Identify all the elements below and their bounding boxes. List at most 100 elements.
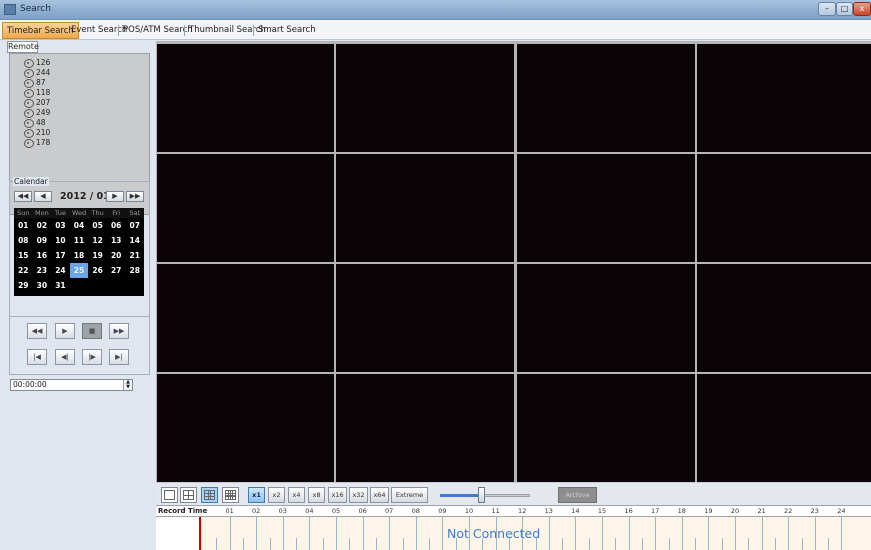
calendar-day[interactable]: 05 [88, 218, 107, 233]
step-back-button[interactable]: ◀| [55, 349, 75, 365]
layout-4-button[interactable] [180, 487, 197, 503]
video-channel-7[interactable] [517, 154, 695, 262]
layout-1-button[interactable] [161, 487, 178, 503]
speed-x16-button[interactable]: x16 [328, 487, 347, 503]
video-channel-2[interactable] [336, 44, 514, 152]
remote-tab[interactable]: Remote [7, 41, 39, 53]
calendar-day[interactable]: 18 [70, 248, 89, 263]
device-item[interactable]: 244 [24, 68, 50, 78]
calendar-day[interactable]: 06 [107, 218, 126, 233]
calendar-day[interactable]: 16 [33, 248, 52, 263]
stop-button[interactable]: ■ [82, 323, 102, 339]
record-timeline[interactable]: Record Time 01 02 03 04 05 06 07 08 09 10 11 12 13 14… [156, 505, 871, 550]
device-item[interactable]: 118 [24, 88, 50, 98]
timeline-channel-column [156, 517, 201, 550]
calendar-day[interactable]: 30 [33, 278, 52, 293]
prev-year-button[interactable]: ◀◀ [14, 191, 32, 202]
speed-extreme-button[interactable]: Extreme [391, 487, 428, 503]
speed-x8-button[interactable]: x8 [308, 487, 325, 503]
video-channel-1[interactable] [157, 44, 334, 152]
calendar-day[interactable]: 24 [51, 263, 70, 278]
speed-x2-button[interactable]: x2 [268, 487, 285, 503]
go-to-start-button[interactable]: |◀ [27, 349, 47, 365]
calendar-day[interactable]: 08 [14, 233, 33, 248]
calendar-day[interactable]: 26 [88, 263, 107, 278]
weekday-label: Fri [112, 209, 121, 217]
calendar-day[interactable]: 04 [70, 218, 89, 233]
layout-16-button[interactable] [222, 487, 239, 503]
timeline-hour-label: 02 [252, 507, 261, 515]
calendar-day[interactable]: 15 [14, 248, 33, 263]
device-item[interactable]: 87 [24, 78, 50, 88]
video-channel-9[interactable] [157, 264, 334, 372]
calendar-day[interactable]: 28 [125, 263, 144, 278]
timeline-hour-tick [415, 517, 417, 550]
calendar-day[interactable]: 03 [51, 218, 70, 233]
calendar-day[interactable]: 13 [107, 233, 126, 248]
maximize-button[interactable]: □ [836, 2, 853, 16]
video-channel-8[interactable] [697, 154, 871, 262]
calendar-day[interactable]: 19 [88, 248, 107, 263]
video-channel-6[interactable] [336, 154, 514, 262]
calendar-day[interactable]: 21 [125, 248, 144, 263]
speed-x4-button[interactable]: x4 [288, 487, 305, 503]
video-channel-4[interactable] [697, 44, 871, 152]
step-forward-button[interactable]: |▶ [82, 349, 102, 365]
timeline-hour-label: 15 [597, 507, 607, 515]
speed-x32-button[interactable]: x32 [349, 487, 368, 503]
calendar-day[interactable]: 14 [125, 233, 144, 248]
calendar-grid: Sun Mon Tue Wed Thu Fri Sat 01 02 03 04 05 06 07 08 09… [14, 208, 144, 296]
go-to-end-button[interactable]: ▶| [109, 349, 129, 365]
calendar-day[interactable]: 27 [107, 263, 126, 278]
device-item[interactable]: 178 [24, 138, 50, 148]
calendar-day[interactable]: 25 [69, 263, 89, 278]
fast-rewind-button[interactable]: ◀◀ [27, 323, 47, 339]
calendar-day[interactable]: 17 [51, 248, 70, 263]
calendar-day[interactable]: 07 [125, 218, 144, 233]
calendar-empty-cell [107, 278, 126, 293]
tab-smart-search[interactable]: Smart Search [254, 22, 320, 39]
archive-button[interactable]: Archive [558, 487, 597, 503]
calendar-day[interactable]: 23 [33, 263, 52, 278]
next-year-button[interactable]: ▶▶ [126, 191, 144, 202]
calendar-day[interactable]: 01 [14, 218, 33, 233]
spin-down-icon[interactable]: ▼ [124, 385, 132, 390]
video-channel-5[interactable] [157, 154, 334, 262]
video-channel-16[interactable] [697, 374, 871, 482]
speed-x1-button[interactable]: x1 [248, 487, 265, 503]
calendar-day[interactable]: 09 [33, 233, 52, 248]
calendar-day[interactable]: 29 [14, 278, 33, 293]
video-channel-12[interactable] [697, 264, 871, 372]
calendar-day[interactable]: 20 [107, 248, 126, 263]
layout-9-button[interactable] [201, 487, 218, 503]
video-channel-13[interactable] [157, 374, 334, 482]
time-input[interactable]: 00:00:00 ▲ ▼ [10, 379, 133, 391]
calendar-day[interactable]: 10 [51, 233, 70, 248]
speed-x64-button[interactable]: x64 [370, 487, 389, 503]
fast-forward-button[interactable]: ▶▶ [109, 323, 129, 339]
timeline-half-tick [269, 538, 271, 550]
minimize-button[interactable]: – [818, 2, 836, 16]
device-item[interactable]: 48 [24, 118, 50, 128]
device-item[interactable]: 207 [24, 98, 50, 108]
calendar-day[interactable]: 22 [14, 263, 33, 278]
device-item[interactable]: 249 [24, 108, 50, 118]
play-button[interactable]: ▶ [55, 323, 75, 339]
speed-slider-thumb[interactable] [478, 487, 485, 503]
video-channel-10[interactable] [336, 264, 514, 372]
time-spinner[interactable]: ▲ ▼ [123, 380, 132, 390]
video-channel-3[interactable] [517, 44, 695, 152]
next-month-button[interactable]: ▶ [106, 191, 124, 202]
calendar-day[interactable]: 11 [70, 233, 89, 248]
device-item[interactable]: 210 [24, 128, 50, 138]
calendar-day[interactable]: 12 [88, 233, 107, 248]
timeline-hour-label: 09 [438, 507, 447, 515]
video-channel-11[interactable] [517, 264, 695, 372]
calendar-day[interactable]: 31 [51, 278, 70, 293]
video-channel-15[interactable] [517, 374, 695, 482]
device-item[interactable]: 126 [24, 58, 50, 68]
prev-month-button[interactable]: ◀ [34, 191, 52, 202]
video-channel-14[interactable] [336, 374, 514, 482]
close-button[interactable]: x [853, 2, 871, 16]
calendar-day[interactable]: 02 [33, 218, 52, 233]
